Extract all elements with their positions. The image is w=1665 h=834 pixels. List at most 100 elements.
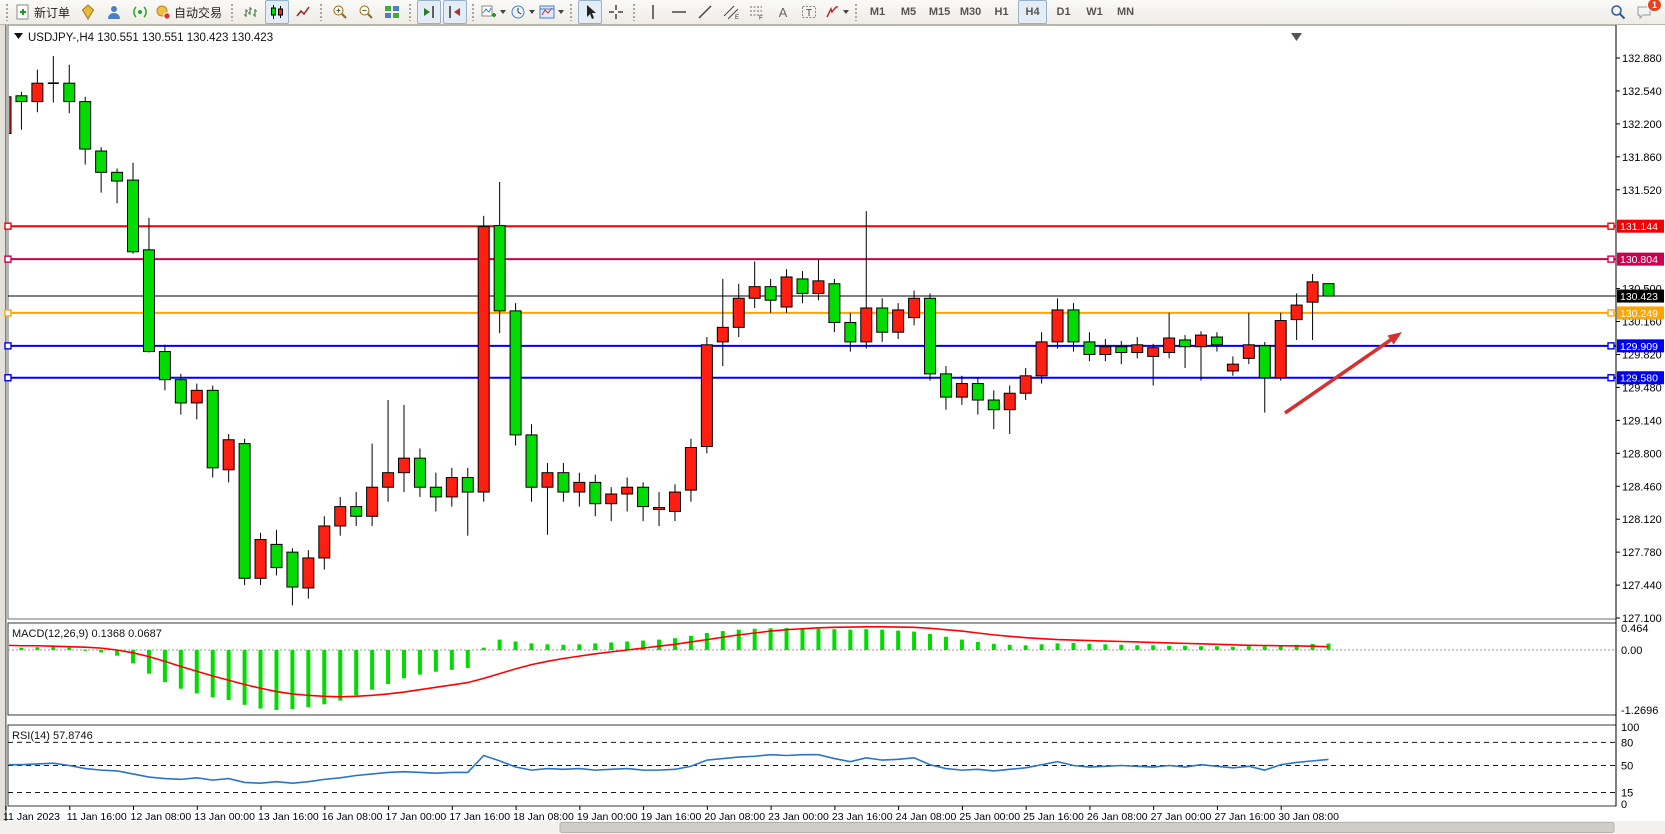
search-button[interactable] <box>1606 0 1630 24</box>
toolbar-grip[interactable] <box>632 3 637 21</box>
chart-shift-button[interactable] <box>417 0 441 24</box>
candlestick-chart-button[interactable] <box>265 0 289 24</box>
line-handle[interactable] <box>1608 343 1614 349</box>
candle-body <box>271 544 282 567</box>
new-order-button[interactable]: 新订单 <box>14 0 74 24</box>
dropdown-caret <box>843 10 849 14</box>
community-button[interactable] <box>102 0 126 24</box>
line-handle[interactable] <box>5 375 11 381</box>
profile-icon <box>106 4 122 20</box>
line-handle[interactable] <box>1608 375 1614 381</box>
toolbar-grip[interactable] <box>230 3 235 21</box>
zoom-out-button[interactable] <box>354 0 378 24</box>
timeframe-D1[interactable]: D1 <box>1049 0 1078 24</box>
candlestick-icon <box>269 4 285 20</box>
period-button[interactable] <box>509 0 536 24</box>
auto-scroll-icon <box>447 4 463 20</box>
signals-button[interactable] <box>128 0 152 24</box>
candle <box>1275 313 1286 381</box>
horizontal-line-button[interactable] <box>667 0 691 24</box>
macd-bar <box>402 650 406 678</box>
toolbar-grip[interactable] <box>569 3 574 21</box>
zoom-in-button[interactable] <box>328 0 352 24</box>
rsi-tick-label: 80 <box>1621 737 1633 749</box>
auto-scroll-button[interactable] <box>443 0 467 24</box>
tile-windows-button[interactable] <box>380 0 404 24</box>
candle-body <box>383 473 394 488</box>
macd-tick-label: 0.00 <box>1621 645 1642 657</box>
chart-title: USDJPY-,H4 130.551 130.551 130.423 130.4… <box>14 32 273 44</box>
new-order-label: 新订单 <box>34 4 70 21</box>
chart-canvas: 132.880132.540132.200131.860131.520130.5… <box>0 0 1665 834</box>
text-label-button[interactable]: T <box>797 0 821 24</box>
scrollbar-thumb[interactable] <box>560 823 1614 833</box>
candle-body <box>558 473 569 492</box>
candle <box>255 533 266 585</box>
candle-body <box>526 435 537 487</box>
trendline-button[interactable] <box>693 0 717 24</box>
line-chart-button[interactable] <box>291 0 315 24</box>
new-order-icon <box>15 4 31 20</box>
bid-price-label: 130.423 <box>1617 290 1664 304</box>
cursor-button[interactable] <box>578 0 602 24</box>
window-left-strip <box>0 24 5 834</box>
macd-bar <box>227 650 231 700</box>
toolbar-grip[interactable] <box>471 3 476 21</box>
line-handle[interactable] <box>5 256 11 262</box>
timeframe-M5[interactable]: M5 <box>894 0 923 24</box>
line-handle[interactable] <box>1608 310 1614 316</box>
crosshair-button[interactable] <box>604 0 628 24</box>
macd-bar <box>944 637 948 650</box>
clock-icon <box>510 4 526 20</box>
text-button[interactable]: A <box>771 0 795 24</box>
macd-bar <box>530 643 534 650</box>
macd-bar <box>1263 646 1267 650</box>
toolbar-grip[interactable] <box>408 3 413 21</box>
line-handle[interactable] <box>5 343 11 349</box>
template-button[interactable] <box>538 0 565 24</box>
timeframe-M30[interactable]: M30 <box>956 0 985 24</box>
candle-body <box>80 102 91 149</box>
toolbar-grip[interactable] <box>854 3 859 21</box>
candle-body <box>1323 284 1334 296</box>
candle-body <box>64 83 75 101</box>
channel-button[interactable]: E <box>719 0 743 24</box>
candle <box>239 439 250 585</box>
candle-body <box>813 281 824 294</box>
line-handle[interactable] <box>5 310 11 316</box>
macd-bar <box>976 642 980 650</box>
template-icon <box>539 4 555 20</box>
notifications-button[interactable]: 1 <box>1632 0 1656 24</box>
timeframe-MN[interactable]: MN <box>1111 0 1140 24</box>
candle-body <box>430 487 441 497</box>
line-handle[interactable] <box>1608 223 1614 229</box>
macd-bar <box>705 633 709 650</box>
vertical-line-button[interactable] <box>641 0 665 24</box>
timeframe-M15[interactable]: M15 <box>925 0 954 24</box>
bar-chart-button[interactable] <box>239 0 263 24</box>
line-handle[interactable] <box>5 223 11 229</box>
macd-bar <box>721 631 725 650</box>
market-button[interactable] <box>76 0 100 24</box>
fibonacci-button[interactable]: F <box>745 0 769 24</box>
candle-body <box>351 507 362 517</box>
timeframe-H4[interactable]: H4 <box>1018 0 1047 24</box>
macd-tick-label: -1.2696 <box>1621 705 1658 717</box>
macd-bar <box>434 650 438 672</box>
timeframe-W1[interactable]: W1 <box>1080 0 1109 24</box>
candle-body <box>861 308 872 342</box>
line-handle[interactable] <box>1608 256 1614 262</box>
toolbar-grip[interactable] <box>5 3 10 21</box>
arrows-button[interactable] <box>823 0 850 24</box>
candle-body <box>909 298 920 317</box>
macd-bar <box>147 650 151 674</box>
timeframe-H1[interactable]: H1 <box>987 0 1016 24</box>
auto-trading-label: 自动交易 <box>174 4 222 21</box>
timeframe-M1[interactable]: M1 <box>863 0 892 24</box>
auto-trading-button[interactable]: 自动交易 <box>154 0 226 24</box>
candle-body <box>1227 364 1238 371</box>
toolbar-grip[interactable] <box>319 3 324 21</box>
candle-body <box>335 507 346 526</box>
macd-bar <box>482 648 486 650</box>
add-indicator-button[interactable] <box>480 0 507 24</box>
